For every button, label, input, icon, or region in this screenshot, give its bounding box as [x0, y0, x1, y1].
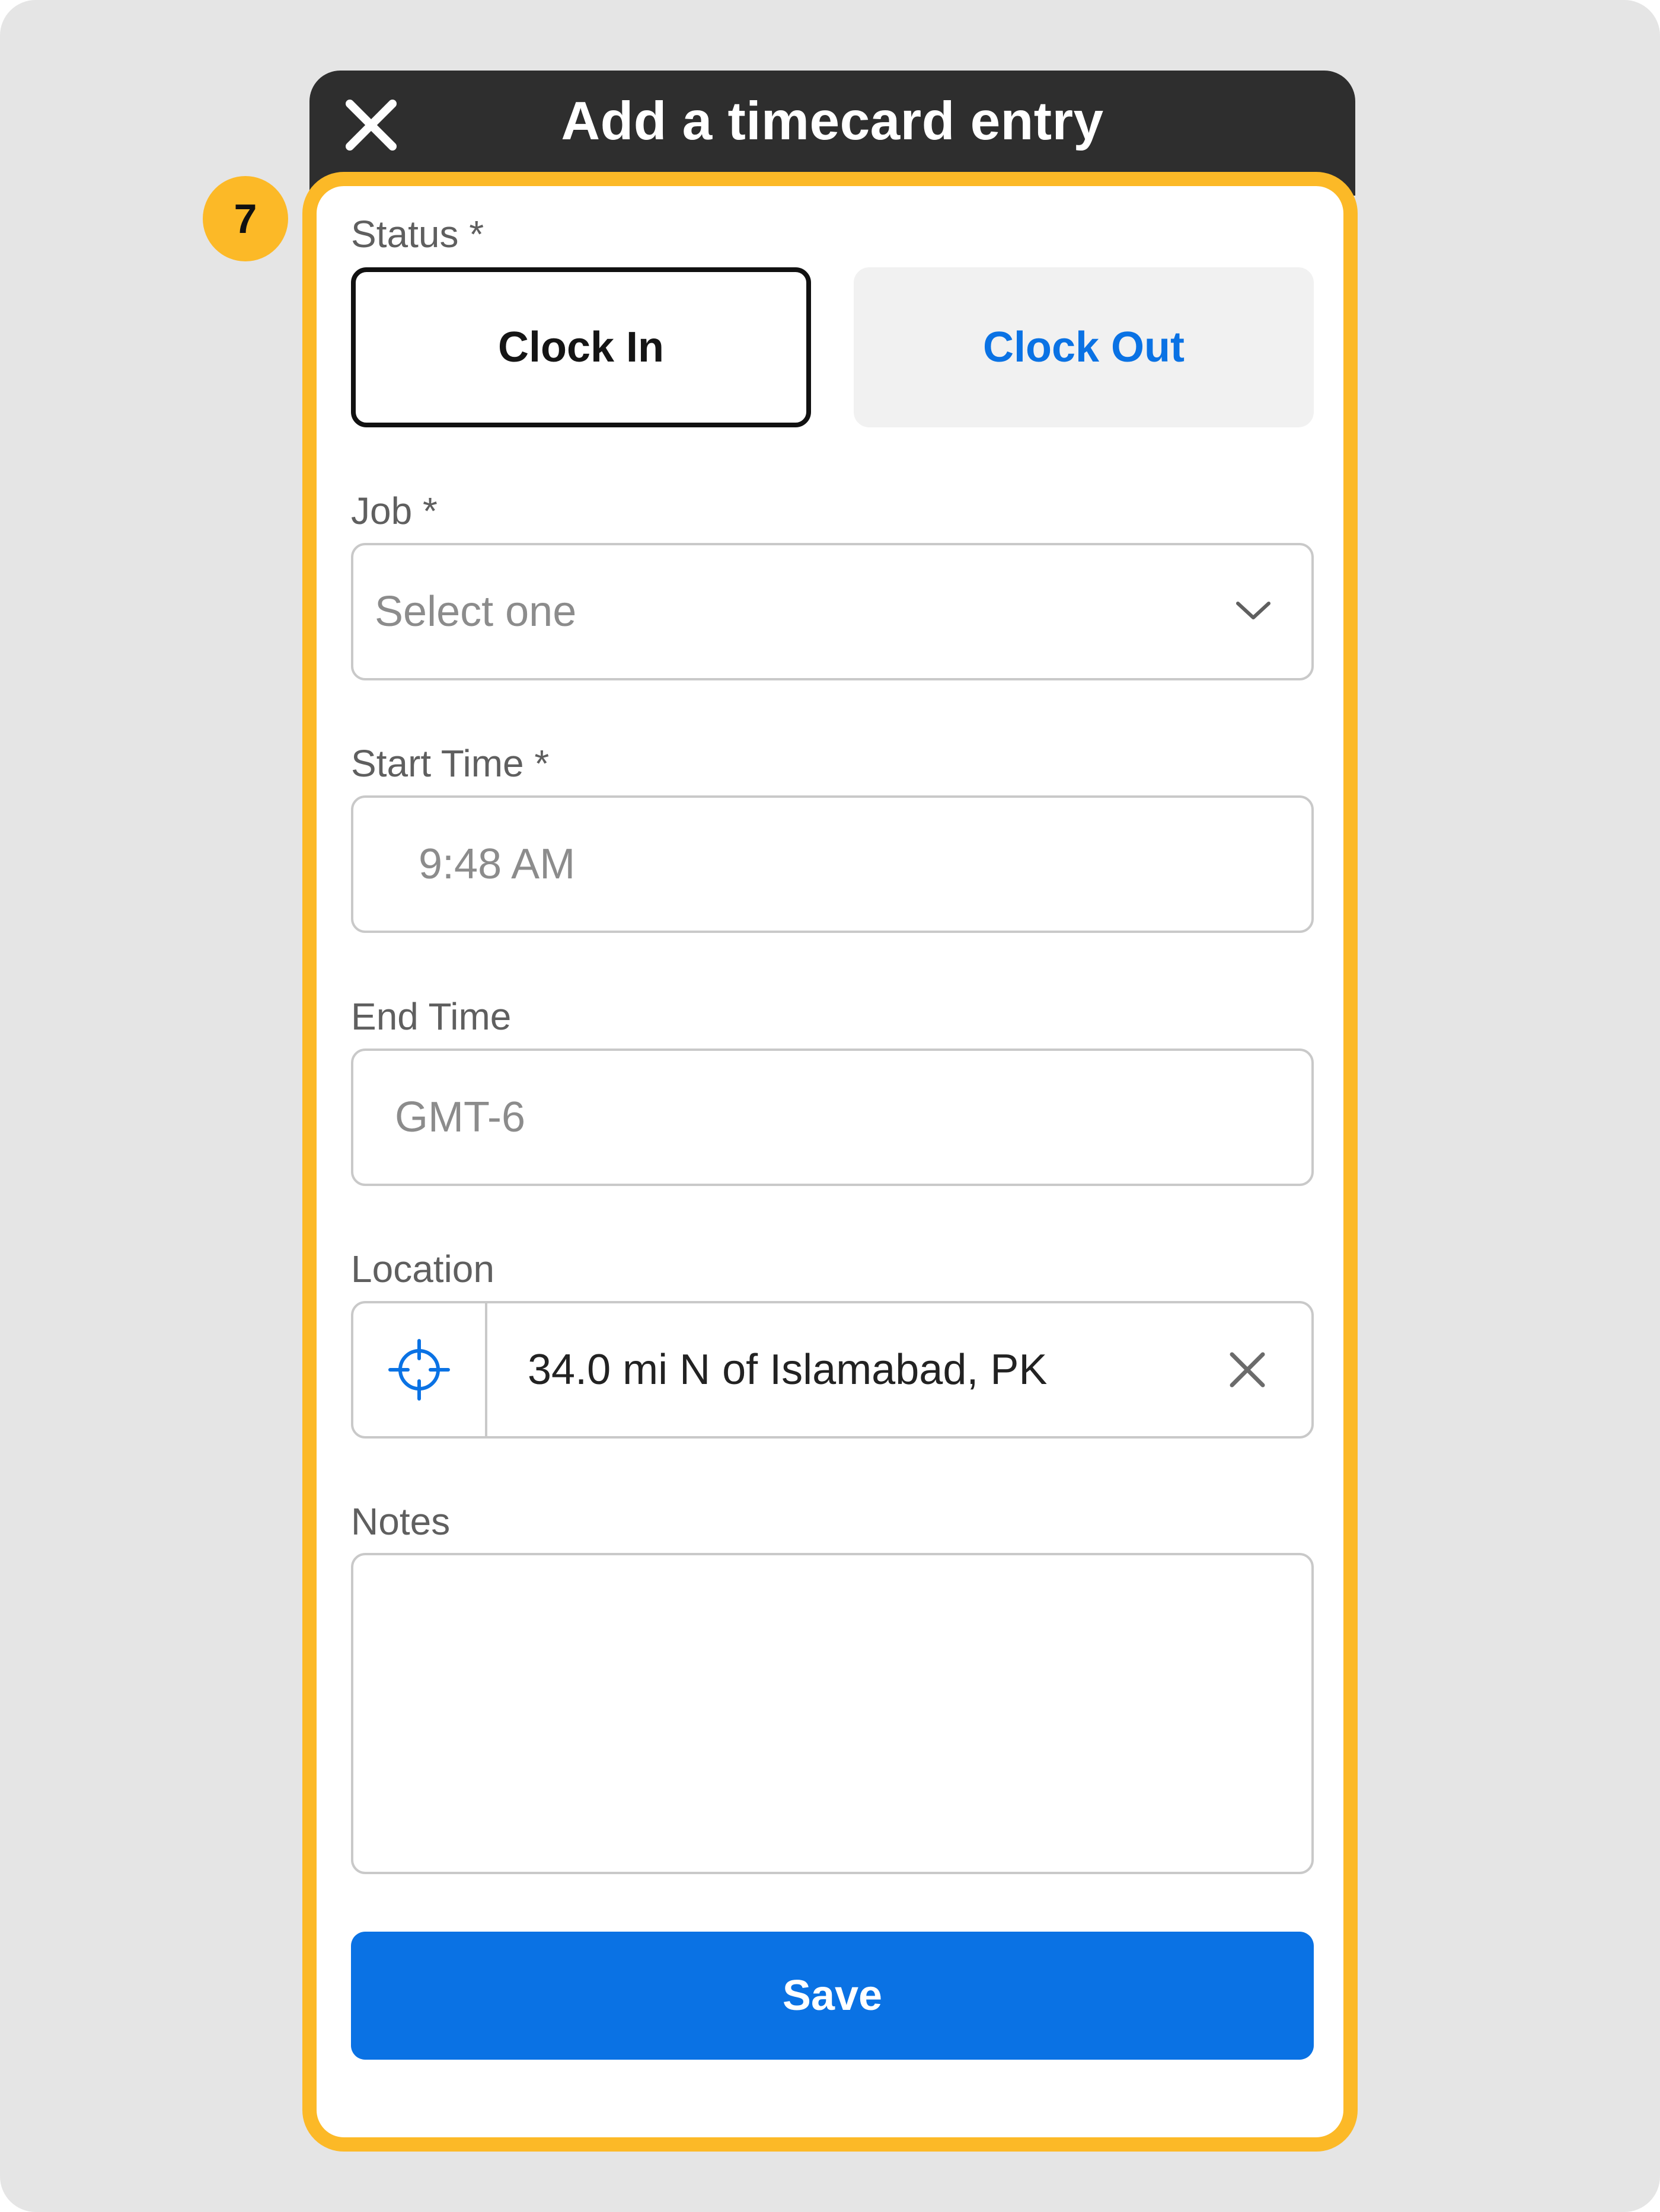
location-label: Location — [351, 1248, 494, 1290]
notes-box — [351, 1553, 1314, 1874]
end-time-label: End Time — [351, 995, 512, 1038]
locate-me-button[interactable] — [353, 1303, 487, 1436]
start-time-label: Start Time * — [351, 742, 550, 785]
step-badge: 7 — [203, 176, 288, 261]
clock-in-button[interactable]: Clock In — [351, 267, 811, 427]
job-placeholder: Select one — [375, 588, 577, 635]
start-time-value: 9:48 AM — [419, 840, 576, 888]
page: Add a timecard entry 7 Status * Clock In… — [0, 0, 1660, 2212]
crosshair-icon — [388, 1339, 450, 1401]
clock-out-button[interactable]: Clock Out — [854, 267, 1314, 427]
close-icon[interactable] — [1224, 1346, 1271, 1393]
status-label: Status * — [351, 213, 484, 255]
chevron-down-icon — [1236, 602, 1270, 619]
start-time-field[interactable]: 9:48 AM — [351, 795, 1314, 933]
end-time-value: GMT-6 — [395, 1094, 526, 1141]
job-select[interactable]: Select one — [351, 543, 1314, 680]
dialog-title: Add a timecard entry — [561, 91, 1104, 151]
save-button[interactable]: Save — [351, 1932, 1314, 2060]
end-time-field[interactable]: GMT-6 — [351, 1049, 1314, 1186]
job-label: Job * — [351, 490, 438, 532]
location-field: 34.0 mi N of Islamabad, PK — [351, 1301, 1314, 1439]
location-value[interactable]: 34.0 mi N of Islamabad, PK — [528, 1303, 1047, 1436]
notes-label: Notes — [351, 1500, 451, 1543]
notes-textarea[interactable] — [353, 1555, 1311, 1872]
